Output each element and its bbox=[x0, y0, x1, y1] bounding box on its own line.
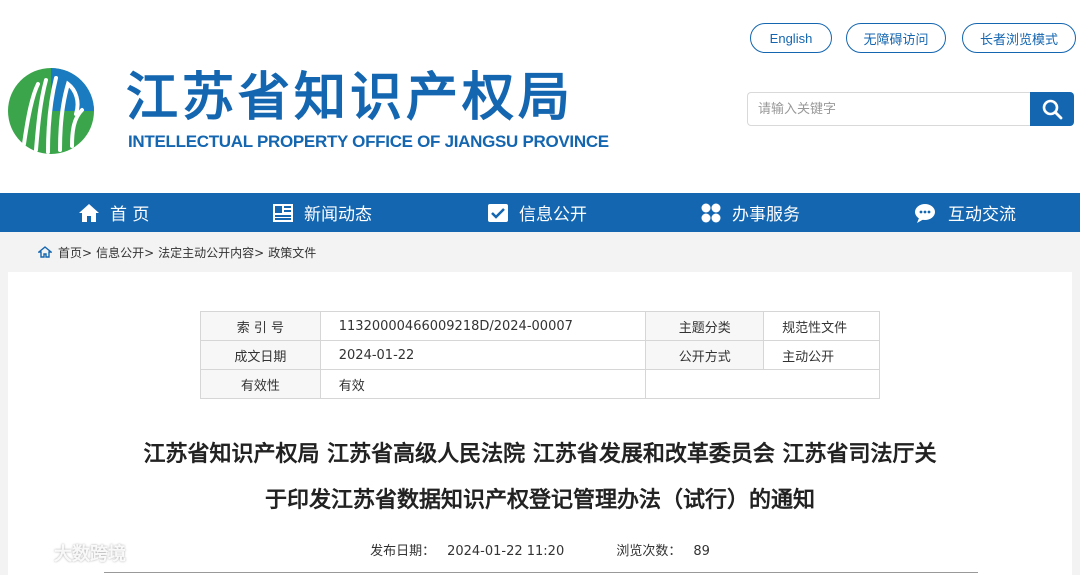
watermark: 大数跨境 bbox=[10, 540, 126, 566]
validity-label: 有效性 bbox=[200, 369, 321, 399]
search-icon bbox=[1042, 99, 1063, 120]
news-icon bbox=[273, 203, 293, 222]
table-row: 有效性 有效 bbox=[200, 369, 880, 399]
english-button[interactable]: English bbox=[750, 23, 832, 53]
publish-date-label: 发布日期： bbox=[370, 544, 436, 559]
info-icon bbox=[488, 203, 508, 222]
breadcrumb-info[interactable]: 信息公开> bbox=[96, 244, 154, 261]
nav-item-service[interactable]: 办事服务 bbox=[700, 193, 800, 232]
logo-icon[interactable] bbox=[6, 66, 96, 156]
elder-mode-button[interactable]: 长者浏览模式 bbox=[962, 23, 1076, 53]
index-label: 索 引 号 bbox=[200, 311, 321, 341]
topic-label: 主题分类 bbox=[645, 311, 765, 341]
article-title: 江苏省知识产权局 江苏省高级人民法院 江苏省发展和改革委员会 江苏省司法厅关 于… bbox=[80, 432, 1000, 524]
nav-item-interaction[interactable]: 互动交流 bbox=[914, 193, 1016, 232]
nav-item-label: 信息公开 bbox=[519, 205, 587, 225]
empty-cell bbox=[645, 369, 880, 399]
publish-date-value: 2024-01-22 11:20 bbox=[447, 544, 565, 559]
main-nav: 首 页 新闻动态 信息公开 办事服务 互动交流 bbox=[0, 193, 1080, 232]
site-title-en: INTELLECTUAL PROPERTY OFFICE OF JIANGSU … bbox=[128, 132, 609, 151]
index-value: 11320000466009218D/2024-00007 bbox=[319, 311, 647, 341]
home-icon bbox=[79, 203, 99, 222]
breadcrumb: 首页> 信息公开> 法定主动公开内容> 政策文件 bbox=[38, 232, 316, 272]
nav-item-news[interactable]: 新闻动态 bbox=[272, 193, 372, 232]
breadcrumb-legal[interactable]: 法定主动公开内容> bbox=[158, 244, 264, 261]
search-input[interactable] bbox=[747, 92, 1031, 126]
search-button[interactable] bbox=[1030, 92, 1074, 126]
nav-item-home[interactable]: 首 页 bbox=[78, 193, 149, 232]
topic-value: 规范性文件 bbox=[763, 311, 880, 341]
breadcrumb-bar: 首页> 信息公开> 法定主动公开内容> 政策文件 bbox=[0, 232, 1080, 272]
article-title-line2: 于印发江苏省数据知识产权登记管理办法（试行）的通知 bbox=[264, 488, 815, 513]
service-icon bbox=[701, 203, 721, 222]
table-row: 索 引 号 11320000466009218D/2024-00007 主题分类… bbox=[200, 311, 880, 341]
table-row: 成文日期 2024-01-22 公开方式 主动公开 bbox=[200, 340, 880, 370]
site-header: 江苏省知识产权局 INTELLECTUAL PROPERTY OFFICE OF… bbox=[0, 0, 1080, 193]
validity-value: 有效 bbox=[319, 369, 647, 399]
views-label: 浏览次数： bbox=[616, 544, 682, 559]
date-value: 2024-01-22 bbox=[319, 340, 647, 370]
document-meta-table: 索 引 号 11320000466009218D/2024-00007 主题分类… bbox=[200, 311, 880, 399]
breadcrumb-home[interactable]: 首页> bbox=[58, 244, 92, 261]
nav-item-label: 新闻动态 bbox=[304, 205, 372, 225]
nav-item-info[interactable]: 信息公开 bbox=[487, 193, 587, 232]
publish-info: 发布日期： 2024-01-22 11:20 浏览次数： 89 bbox=[0, 540, 1080, 559]
mode-value: 主动公开 bbox=[763, 340, 880, 370]
views-value: 89 bbox=[693, 544, 710, 559]
date-label: 成文日期 bbox=[200, 340, 321, 370]
nav-item-label: 首 页 bbox=[110, 205, 150, 225]
nav-item-label: 办事服务 bbox=[732, 205, 800, 225]
mode-label: 公开方式 bbox=[645, 340, 765, 370]
accessibility-button[interactable]: 无障碍访问 bbox=[846, 23, 946, 53]
nav-item-label: 互动交流 bbox=[948, 205, 1016, 225]
chat-icon bbox=[915, 203, 935, 223]
site-title-cn[interactable]: 江苏省知识产权局 bbox=[126, 66, 574, 130]
home-icon bbox=[38, 246, 52, 258]
divider bbox=[104, 572, 978, 573]
article-title-line1: 江苏省知识产权局 江苏省高级人民法院 江苏省发展和改革委员会 江苏省司法厅关 bbox=[143, 442, 937, 467]
breadcrumb-policy[interactable]: 政策文件 bbox=[268, 244, 316, 261]
watermark-logo-icon bbox=[11, 544, 46, 561]
watermark-text: 大数跨境 bbox=[54, 544, 126, 565]
